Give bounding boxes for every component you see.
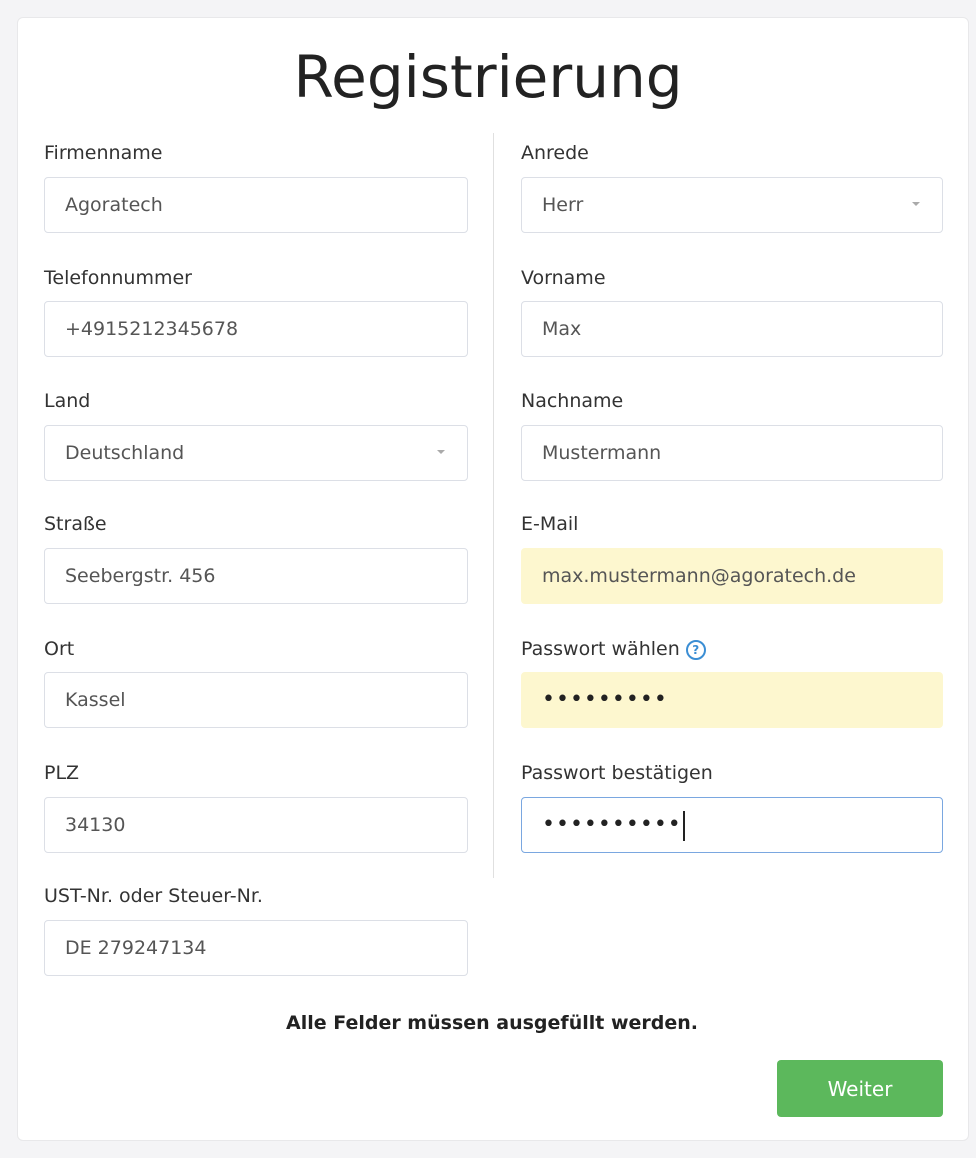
column-divider xyxy=(493,133,494,878)
last-name-input[interactable]: Mustermann xyxy=(521,425,943,481)
email-input[interactable]: max.mustermann@agoratech.de xyxy=(521,548,943,604)
password-confirm-masked-value: •••••••••• xyxy=(542,812,682,837)
company-name-input[interactable]: Agoratech xyxy=(44,177,468,233)
password-input[interactable]: ••••••••• xyxy=(521,672,943,728)
email-label: E-Mail xyxy=(521,513,579,535)
password-label: Passwort wählen? xyxy=(521,637,706,661)
text-cursor xyxy=(682,810,685,841)
postal-code-label: PLZ xyxy=(44,762,80,784)
postal-code-input[interactable]: 34130 xyxy=(44,797,468,853)
company-name-label: Firmenname xyxy=(44,142,163,164)
street-input[interactable]: Seebergstr. 456 xyxy=(44,548,468,604)
chevron-down-icon xyxy=(912,202,920,206)
phone-label: Telefonnummer xyxy=(44,267,192,289)
first-name-input[interactable]: Max xyxy=(521,301,943,357)
street-label: Straße xyxy=(44,513,107,535)
required-fields-notice: Alle Felder müssen ausgefüllt werden. xyxy=(286,1012,698,1034)
country-select[interactable]: Deutschland xyxy=(44,425,468,481)
city-label: Ort xyxy=(44,638,75,660)
password-masked-value: ••••••••• xyxy=(542,687,668,712)
last-name-label: Nachname xyxy=(521,390,624,412)
page-title: Registrierung xyxy=(293,43,683,111)
password-confirm-input[interactable]: •••••••••• xyxy=(521,797,943,853)
city-input[interactable]: Kassel xyxy=(44,672,468,728)
question-circle-icon[interactable]: ? xyxy=(685,639,706,660)
first-name-label: Vorname xyxy=(521,267,606,289)
country-select-value: Deutschland xyxy=(65,442,185,464)
country-label: Land xyxy=(44,390,91,412)
tax-number-label: UST-Nr. oder Steuer-Nr. xyxy=(44,885,263,907)
password-label-text: Passwort wählen xyxy=(521,638,680,660)
chevron-down-icon xyxy=(437,450,445,454)
salutation-select-value: Herr xyxy=(542,194,584,216)
tax-number-input[interactable]: DE 279247134 xyxy=(44,920,468,976)
salutation-select[interactable]: Herr xyxy=(521,177,943,233)
phone-input[interactable]: +4915212345678 xyxy=(44,301,468,357)
password-confirm-label: Passwort bestätigen xyxy=(521,762,713,784)
salutation-label: Anrede xyxy=(521,142,589,164)
continue-button[interactable]: Weiter xyxy=(777,1060,943,1117)
